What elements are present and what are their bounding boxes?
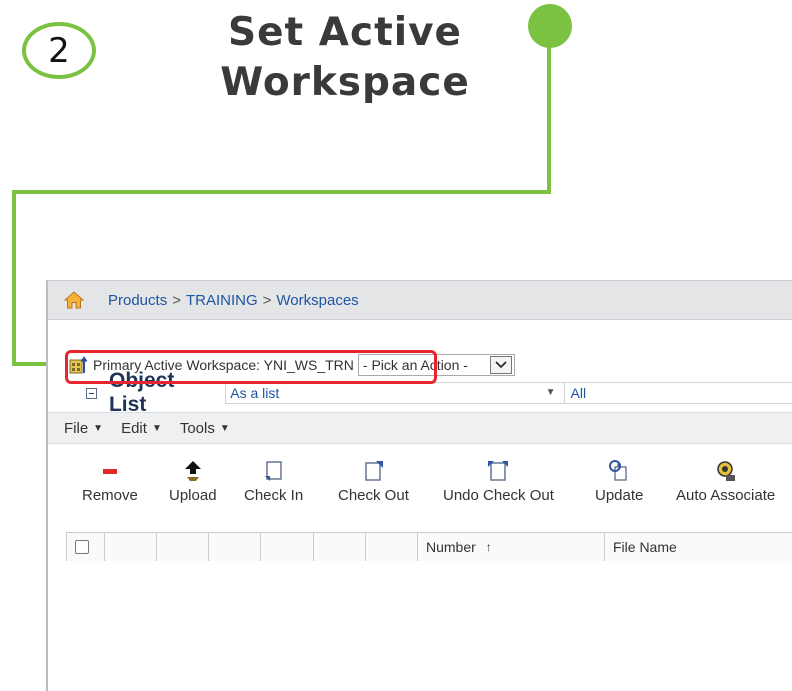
remove-button[interactable]: Remove: [82, 446, 138, 504]
remove-icon: [97, 458, 123, 484]
leader-line-horizontal: [12, 190, 551, 194]
filter-select[interactable]: All: [564, 382, 792, 404]
upload-button[interactable]: Upload: [169, 446, 217, 504]
number-column-label: Number: [426, 539, 476, 555]
check-in-icon: [261, 458, 287, 484]
update-button[interactable]: Update: [595, 446, 643, 504]
step-number-badge: 2: [22, 22, 96, 79]
number-column-header[interactable]: Number ↑: [417, 533, 604, 561]
check-out-button[interactable]: Check Out: [338, 446, 409, 504]
update-icon: [606, 458, 632, 484]
object-list-title: Object List: [108, 369, 175, 416]
breadcrumb-workspaces[interactable]: Workspaces: [276, 292, 358, 309]
breadcrumb-separator: >: [172, 291, 181, 309]
auto-associate-icon: [713, 458, 739, 484]
app-window: Products > TRAINING > Workspaces Primary…: [46, 280, 792, 691]
caret-down-icon: ▼: [151, 422, 162, 434]
undo-check-out-label: Undo Check Out: [443, 487, 554, 504]
table-header-cell: [313, 533, 365, 561]
filter-select-value: All: [570, 385, 587, 401]
file-name-column-header[interactable]: File Name: [604, 533, 792, 561]
action-select[interactable]: - Pick an Action -: [357, 354, 515, 376]
check-in-button[interactable]: Check In: [244, 446, 303, 504]
menu-file[interactable]: File ▼: [64, 420, 103, 437]
view-select[interactable]: As a list ▼: [225, 382, 565, 404]
table-header-cell: [104, 533, 156, 561]
collapse-icon[interactable]: [86, 387, 97, 399]
table-header-cell: [365, 533, 417, 561]
table-header: Number ↑ File Name: [66, 532, 792, 562]
home-icon[interactable]: [64, 291, 84, 309]
object-list-header: Object List As a list ▼ All: [48, 369, 792, 416]
upload-icon: [180, 458, 206, 484]
menu-edit-label: Edit: [121, 419, 147, 437]
auto-associate-button[interactable]: Auto Associate: [676, 446, 775, 504]
caret-down-icon: ▼: [219, 422, 230, 434]
menu-bar: File ▼ Edit ▼ Tools ▼: [48, 412, 792, 444]
check-out-label: Check Out: [338, 487, 409, 504]
caret-down-icon: ▼: [93, 422, 104, 434]
check-in-label: Check In: [244, 487, 304, 504]
sort-ascending-icon: ↑: [485, 540, 492, 554]
table-header-cell: [208, 533, 260, 561]
menu-tools[interactable]: Tools ▼: [180, 420, 230, 437]
step-number: 2: [48, 30, 70, 71]
toolbar: Remove Upload Check In Check Out Undo Ch…: [48, 446, 792, 522]
callout-dot: [528, 4, 572, 48]
menu-file-label: File: [64, 419, 89, 437]
menu-tools-label: Tools: [179, 419, 215, 437]
breadcrumb-separator: >: [262, 291, 272, 309]
dropdown-arrow-icon[interactable]: ▼: [546, 387, 556, 398]
undo-check-out-icon: [485, 458, 511, 484]
undo-check-out-button[interactable]: Undo Check Out: [443, 446, 554, 504]
file-name-column-label: File Name: [613, 539, 677, 555]
check-out-icon: [360, 458, 386, 484]
table-header-cell: [156, 533, 208, 561]
callout-title: Set Active Workspace: [180, 8, 510, 108]
breadcrumb: Products > TRAINING > Workspaces: [48, 281, 792, 320]
select-all-column: [66, 533, 104, 561]
leader-line-vertical-right: [547, 44, 551, 194]
workspace-icon: [69, 356, 88, 374]
table-header-cell: [260, 533, 313, 561]
auto-associate-label: Auto Associate: [676, 487, 776, 504]
callout-title-line2: Workspace: [220, 60, 470, 105]
update-label: Update: [595, 487, 644, 504]
remove-label: Remove: [82, 487, 138, 504]
breadcrumb-training[interactable]: TRAINING: [186, 292, 258, 309]
action-select-value: - Pick an Action -: [362, 357, 468, 373]
chevron-down-icon[interactable]: [489, 356, 512, 374]
upload-label: Upload: [169, 487, 217, 504]
menu-edit[interactable]: Edit ▼: [121, 420, 162, 437]
callout-title-line1: Set Active: [228, 10, 462, 55]
leader-line-vertical-left: [12, 190, 16, 366]
select-all-checkbox[interactable]: [75, 540, 89, 554]
table-body: [66, 561, 792, 691]
breadcrumb-products[interactable]: Products: [108, 292, 167, 309]
view-select-value: As a list: [230, 385, 280, 401]
